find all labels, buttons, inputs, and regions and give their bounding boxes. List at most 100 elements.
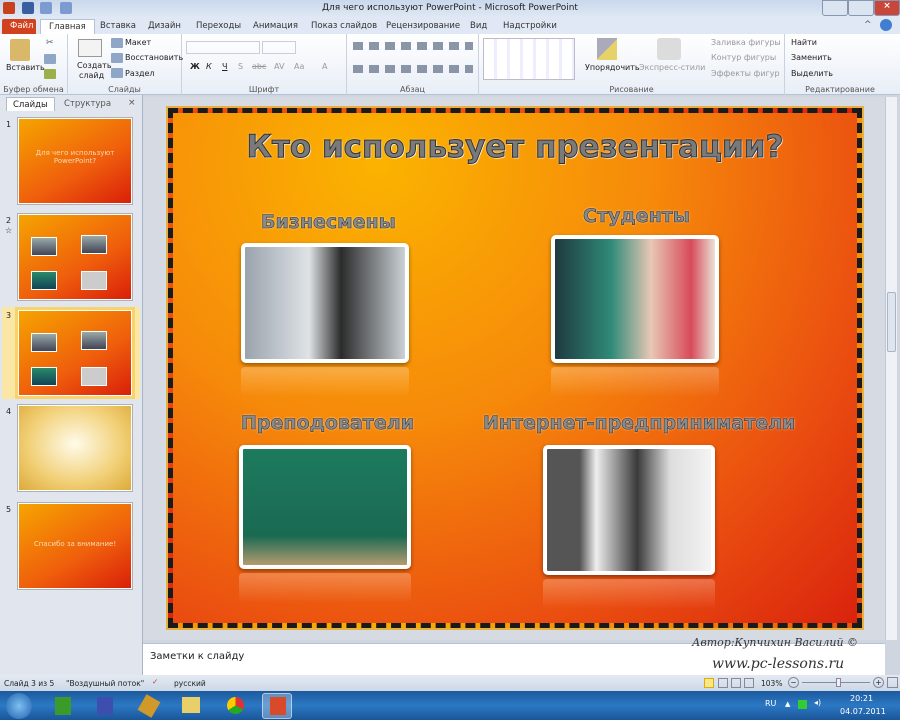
thumb-image [31, 237, 57, 256]
tab-slideshow[interactable]: Показ слайдов [303, 19, 385, 34]
help-icon[interactable] [880, 19, 892, 31]
reset-button[interactable]: Восстановить [125, 53, 183, 62]
slide[interactable]: Кто использует презентации? Бизнесмены С… [166, 106, 864, 630]
shape-effects-button[interactable]: Эффекты фигур [711, 69, 780, 78]
tab-design[interactable]: Дизайн [140, 19, 189, 34]
notes-placeholder[interactable]: Заметки к слайду [150, 651, 244, 662]
underline-button[interactable]: Ч [222, 62, 227, 71]
vertical-scrollbar[interactable] [885, 97, 897, 640]
zoom-out-button[interactable]: − [788, 677, 799, 688]
font-size-select[interactable] [262, 41, 296, 54]
tab-addins[interactable]: Надстройки [495, 19, 565, 34]
fit-window-button[interactable] [887, 677, 898, 688]
maximize-button[interactable] [848, 0, 874, 16]
reading-view-icon[interactable] [731, 678, 741, 688]
slide-thumbnail-3[interactable] [18, 310, 132, 396]
theme-name[interactable]: "Воздушный поток" [66, 679, 144, 688]
slideshow-view-icon[interactable] [744, 678, 754, 688]
tab-view[interactable]: Вид [462, 19, 495, 34]
tab-file[interactable]: Файл [2, 19, 36, 34]
caption-students[interactable]: Студенты [583, 205, 691, 228]
new-slide-button[interactable]: Создать [77, 61, 112, 70]
taskbar: RU ▲ ◂) 20:21 04.07.2011 [0, 691, 900, 720]
close-button[interactable]: × [874, 0, 900, 16]
font-color-button[interactable]: A [322, 62, 327, 71]
cut-icon[interactable]: ✂ [46, 38, 54, 48]
list-buttons-icon[interactable] [353, 42, 473, 50]
arrange-button[interactable]: Упорядочить [585, 63, 640, 72]
volume-icon[interactable]: ◂) [814, 698, 821, 707]
slide-thumbnail-5[interactable]: Спасибо за внимание! [18, 503, 132, 589]
animation-star-icon: ☆ [5, 226, 13, 235]
thumb-image [81, 367, 107, 386]
shadow-button[interactable]: S [238, 62, 243, 71]
clock-date[interactable]: 04.07.2011 [840, 707, 886, 716]
tab-transitions[interactable]: Переходы [188, 19, 249, 34]
utorrent-icon[interactable] [55, 697, 71, 715]
zoom-level[interactable]: 103% [761, 679, 782, 688]
language-indicator[interactable]: русский [174, 679, 206, 688]
caption-internet-entrepreneurs[interactable]: Интернет-предприниматели [483, 412, 796, 435]
chrome-icon[interactable] [227, 697, 244, 714]
slide-title[interactable]: Кто использует презентации? [173, 129, 857, 166]
change-case-button[interactable]: Aa [294, 62, 304, 71]
font-group: Ж К Ч S abc AV Aa A Шрифт [182, 34, 347, 95]
tab-animation[interactable]: Анимация [245, 19, 306, 34]
close-panel-icon[interactable]: × [128, 98, 136, 108]
zoom-slider-thumb[interactable] [836, 678, 842, 687]
italic-button[interactable]: К [206, 62, 212, 71]
normal-view-icon[interactable] [704, 678, 714, 688]
shape-fill-button[interactable]: Заливка фигуры [711, 38, 781, 47]
teacher-photo[interactable] [239, 445, 411, 569]
tab-outline[interactable]: Структура [58, 97, 117, 111]
shapes-gallery[interactable] [483, 38, 575, 80]
slide-thumbnail-2[interactable] [18, 214, 132, 300]
students-photo[interactable] [551, 235, 719, 363]
clipboard-group: Вставить ✂ Буфер обмена [0, 34, 68, 95]
explorer-icon[interactable] [182, 697, 200, 713]
strikethrough-button[interactable]: abc [252, 62, 266, 71]
tab-review[interactable]: Рецензирование [378, 19, 468, 34]
shape-outline-button[interactable]: Контур фигуры [711, 53, 776, 62]
powerpoint-task-icon[interactable] [270, 697, 286, 715]
zoom-in-button[interactable]: + [873, 677, 884, 688]
collapse-ribbon-icon[interactable]: ^ [864, 20, 874, 30]
thumb-number: 1 [6, 120, 12, 129]
entrepreneur-photo[interactable] [543, 445, 715, 575]
tab-insert[interactable]: Вставка [92, 19, 144, 34]
copy-icon[interactable] [44, 54, 56, 64]
spacing-button[interactable]: AV [274, 62, 284, 71]
tray-expand-icon[interactable]: ▲ [785, 700, 790, 708]
minimize-button[interactable] [822, 0, 848, 16]
clock-time[interactable]: 20:21 [850, 694, 873, 703]
caption-teachers[interactable]: Преподователи [241, 412, 415, 435]
thumb-image [31, 271, 57, 290]
start-button[interactable] [6, 693, 32, 719]
slide-thumbnail-4[interactable] [18, 405, 132, 491]
winamp-icon[interactable] [137, 694, 161, 718]
businessman-photo[interactable] [241, 243, 409, 363]
thumb-image [81, 271, 107, 290]
editing-label: Редактирование [805, 85, 875, 94]
replace-button[interactable]: Заменить [791, 53, 832, 62]
tab-slides[interactable]: Слайды [6, 97, 55, 111]
layout-button[interactable]: Макет [125, 38, 151, 47]
caption-businessmen[interactable]: Бизнесмены [261, 211, 396, 234]
tab-home[interactable]: Главная [40, 19, 95, 34]
select-button[interactable]: Выделить [791, 69, 833, 78]
align-buttons-icon[interactable] [353, 65, 473, 73]
keyboard-language[interactable]: RU [765, 699, 776, 708]
paste-button[interactable]: Вставить [6, 63, 45, 72]
sorter-view-icon[interactable] [718, 678, 728, 688]
format-painter-icon[interactable] [44, 69, 56, 79]
find-button[interactable]: Найти [791, 38, 817, 47]
slide-thumbnail-1[interactable]: Для чего используют PowerPoint? [18, 118, 132, 204]
network-icon[interactable] [798, 700, 807, 709]
quick-styles-button[interactable]: Экспресс-стили [639, 63, 705, 72]
font-name-select[interactable] [186, 41, 260, 54]
bold-button[interactable]: Ж [190, 62, 200, 71]
spellcheck-icon[interactable]: ✓ [152, 677, 158, 686]
scrollbar-thumb[interactable] [887, 292, 896, 352]
notepad-icon[interactable] [97, 697, 113, 715]
section-button[interactable]: Раздел [125, 69, 155, 78]
